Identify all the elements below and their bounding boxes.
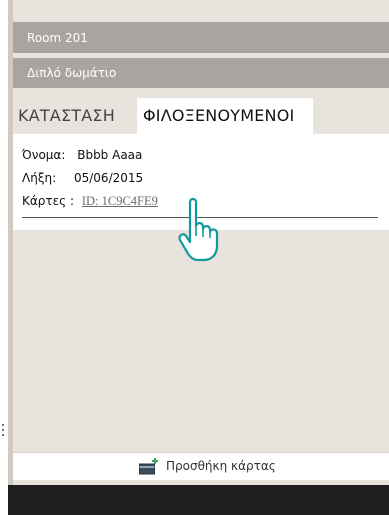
hand-pointer-icon (178, 197, 219, 262)
resize-handle-icon[interactable] (1, 423, 5, 437)
guest-expiry-row: Λήξη: 05/06/2015 (22, 171, 143, 185)
guest-expiry-label: Λήξη: (22, 171, 57, 185)
room-type: Διπλό δωμάτιο (27, 66, 117, 80)
room-title: Room 201 (27, 31, 88, 45)
guest-cards-row: Κάρτες : ID: 1C9C4FE9 (22, 194, 158, 209)
guest-name-label: Όνομα: (22, 148, 66, 162)
add-card-label: Προσθήκη κάρτας (166, 459, 276, 473)
room-title-bar: Room 201 (13, 22, 389, 53)
card-id-link[interactable]: ID: 1C9C4FE9 (82, 194, 158, 208)
tab-bar: ΚΑΤΑΣΤΑΣΗ ΦΙΛΟΞΕΝΟΥΜΕΝΟΙ (13, 98, 389, 134)
guest-name-row: Όνομα: Bbbb Aaaa (22, 148, 142, 162)
tab-guests[interactable]: ΦΙΛΟΞΕΝΟΥΜΕΝΟΙ (137, 98, 313, 134)
room-window: Room 201 Διπλό δωμάτιο ΚΑΤΑΣΤΑΣΗ ΦΙΛΟΞΕΝ… (8, 0, 389, 515)
tab-status[interactable]: ΚΑΤΑΣΤΑΣΗ (18, 98, 138, 134)
room-type-bar: Διπλό δωμάτιο (13, 58, 389, 88)
add-card-icon (139, 458, 158, 475)
add-card-button[interactable]: Προσθήκη κάρτας (13, 452, 389, 480)
bottom-bar (8, 485, 389, 515)
guest-expiry-value: 05/06/2015 (73, 171, 144, 185)
guest-name-value: Bbbb Aaaa (77, 148, 143, 162)
guest-cards-label: Κάρτες : (22, 194, 75, 208)
